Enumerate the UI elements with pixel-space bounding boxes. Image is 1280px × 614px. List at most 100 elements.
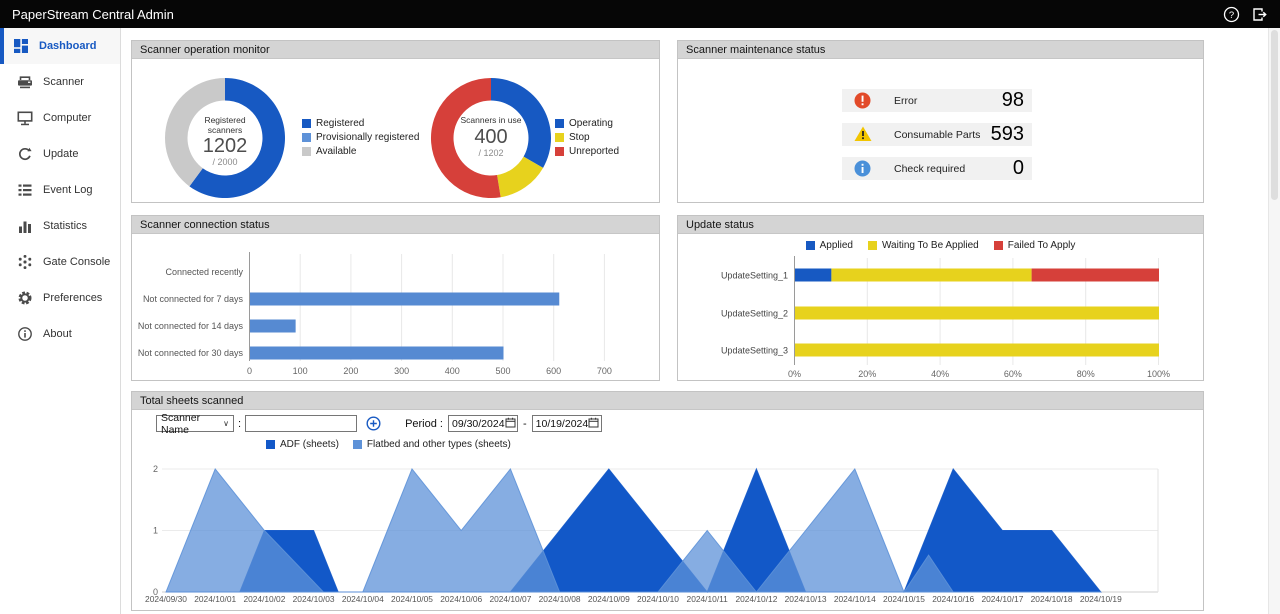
sidebar-item-preferences[interactable]: Preferences bbox=[0, 280, 120, 316]
donut-legend: RegisteredProvisionally registeredAvaila… bbox=[302, 117, 419, 159]
panel-title: Update status bbox=[678, 216, 1203, 234]
period-separator: - bbox=[523, 418, 527, 430]
search-button[interactable] bbox=[366, 416, 381, 431]
legend-item-unreported: Unreported bbox=[555, 145, 619, 157]
x-tick-label: 2024/10/01 bbox=[194, 594, 236, 604]
legend-item-flatbed-and-other-types-sheets-: Flatbed and other types (sheets) bbox=[353, 439, 511, 450]
sheets-chart-legend: ADF (sheets)Flatbed and other types (she… bbox=[266, 439, 511, 450]
main-content: Scanner operation monitor Registered sca… bbox=[121, 28, 1280, 614]
scanner-operation-monitor-body: Registered scanners1202/ 2000 RegisteredP… bbox=[132, 59, 659, 202]
sidebar-item-about[interactable]: About bbox=[0, 316, 120, 352]
maintenance-label: Consumable Parts bbox=[894, 129, 980, 141]
x-tick-label: 2024/10/02 bbox=[243, 594, 285, 604]
x-tick-label: 2024/10/11 bbox=[687, 594, 729, 604]
category-label: Not connected for 30 days bbox=[138, 348, 244, 358]
statistics-icon bbox=[17, 218, 33, 234]
sheets-area-chart: 0122024/09/302024/10/012024/10/022024/10… bbox=[132, 450, 1203, 612]
x-tick-label: 2024/10/04 bbox=[342, 594, 384, 604]
scrollbar-thumb[interactable] bbox=[1271, 30, 1278, 200]
x-tick-label: 2024/10/18 bbox=[1031, 594, 1073, 604]
x-tick-label: 2024/10/09 bbox=[588, 594, 630, 604]
period-from-value: 09/30/2024 bbox=[452, 418, 505, 430]
x-tick-label: 200 bbox=[343, 366, 358, 376]
donut-center-denominator: / 2000 bbox=[193, 157, 257, 167]
preferences-icon bbox=[17, 290, 33, 306]
sidebar-item-statistics[interactable]: Statistics bbox=[0, 208, 120, 244]
category-label: UpdateSetting_2 bbox=[721, 309, 788, 319]
sidebar: DashboardScannerComputer Update Event LogS… bbox=[0, 28, 121, 614]
donut-center-value: 400 bbox=[459, 126, 523, 148]
period-to-date[interactable]: 10/19/2024 bbox=[532, 415, 602, 432]
x-tick-label: 2024/10/10 bbox=[637, 594, 679, 604]
legend-label: Stop bbox=[569, 132, 590, 143]
vertical-scrollbar[interactable] bbox=[1268, 28, 1280, 614]
legend-chip bbox=[302, 119, 311, 128]
legend-item-stop: Stop bbox=[555, 131, 619, 143]
update-chart: 0%20%40%60%80%100%UpdateSetting_1UpdateS… bbox=[678, 234, 1203, 384]
x-tick-label: 2024/10/17 bbox=[981, 594, 1023, 604]
sidebar-item-label: About bbox=[43, 328, 72, 340]
maintenance-label: Error bbox=[894, 95, 917, 107]
panel-scanner-operation-monitor: Scanner operation monitor Registered sca… bbox=[131, 40, 660, 203]
update-icon bbox=[17, 146, 33, 162]
connection-bar bbox=[250, 347, 504, 360]
error-icon bbox=[854, 92, 872, 109]
x-tick-label: 80% bbox=[1077, 369, 1095, 379]
chevron-down-icon: ∨ bbox=[223, 419, 229, 428]
legend-item-provisionally-registered: Provisionally registered bbox=[302, 131, 419, 143]
event-log-icon bbox=[17, 182, 33, 198]
y-tick-label: 1 bbox=[153, 526, 158, 536]
info-icon bbox=[854, 160, 872, 177]
category-label: Connected recently bbox=[165, 267, 243, 277]
x-tick-label: 400 bbox=[445, 366, 460, 376]
total-sheets-scanned-body: Scanner Name ∨ : Period : 09/30/2024 - 1… bbox=[132, 410, 1203, 610]
stacked-bar-segment-waiting-to-be-applied bbox=[795, 307, 1159, 320]
category-label: Not connected for 14 days bbox=[138, 321, 244, 331]
connection-chart: 0100200300400500600700Connected recently… bbox=[132, 234, 659, 381]
panel-title: Total sheets scanned bbox=[132, 392, 1203, 410]
panel-scanner-maintenance-status: Scanner maintenance status Error 98 Cons… bbox=[677, 40, 1204, 203]
scanner-name-input[interactable] bbox=[245, 415, 357, 432]
x-tick-label: 2024/10/08 bbox=[539, 594, 581, 604]
sidebar-item-label: Update bbox=[43, 148, 78, 160]
maintenance-rows: Error 98 Consumable Parts 593 Check requ… bbox=[842, 89, 1032, 191]
sidebar-item-gate-console[interactable]: Gate Console bbox=[0, 244, 120, 280]
dashboard-icon bbox=[13, 38, 29, 54]
sidebar-item-scanner[interactable]: Scanner bbox=[0, 64, 120, 100]
x-tick-label: 2024/10/03 bbox=[293, 594, 335, 604]
panel-update-status: Update status AppliedWaiting To Be Appli… bbox=[677, 215, 1204, 381]
sidebar-item-event-log[interactable]: Event Log bbox=[0, 172, 120, 208]
topbar-icons: ? bbox=[1223, 6, 1268, 23]
legend-label: Provisionally registered bbox=[316, 132, 419, 143]
maintenance-value: 98 bbox=[1002, 89, 1024, 112]
legend-chip bbox=[555, 133, 564, 142]
x-tick-label: 2024/10/07 bbox=[489, 594, 531, 604]
calendar-icon bbox=[505, 417, 516, 431]
maintenance-value: 0 bbox=[1013, 157, 1024, 180]
y-tick-label: 2 bbox=[153, 464, 158, 474]
legend-chip bbox=[555, 147, 564, 156]
topbar: PaperStream Central Admin ? bbox=[0, 0, 1280, 28]
gate-console-icon bbox=[17, 254, 33, 270]
scanner-name-select-value: Scanner Name bbox=[161, 412, 223, 436]
x-tick-label: 2024/10/15 bbox=[883, 594, 925, 604]
sidebar-item-dashboard[interactable]: Dashboard bbox=[0, 28, 120, 64]
x-tick-label: 500 bbox=[495, 366, 510, 376]
donut-center-text: Registered scanners1202/ 2000 bbox=[193, 116, 257, 167]
donut-center-denominator: / 1202 bbox=[459, 148, 523, 158]
help-icon[interactable]: ? bbox=[1223, 6, 1240, 23]
connection-bar bbox=[250, 293, 559, 306]
x-tick-label: 300 bbox=[394, 366, 409, 376]
period-to-value: 10/19/2024 bbox=[536, 418, 589, 430]
panel-title: Scanner operation monitor bbox=[132, 41, 659, 59]
legend-chip bbox=[353, 440, 362, 449]
stacked-bar-segment-applied bbox=[795, 269, 831, 282]
scanner-name-select[interactable]: Scanner Name ∨ bbox=[156, 415, 234, 432]
legend-chip bbox=[555, 119, 564, 128]
period-from-date[interactable]: 09/30/2024 bbox=[448, 415, 518, 432]
maintenance-row-error: Error 98 bbox=[842, 89, 1032, 112]
sidebar-item-computer[interactable]: Computer bbox=[0, 100, 120, 136]
legend-chip bbox=[266, 440, 275, 449]
logout-icon[interactable] bbox=[1251, 6, 1268, 23]
sidebar-item-update[interactable]: Update bbox=[0, 136, 120, 172]
